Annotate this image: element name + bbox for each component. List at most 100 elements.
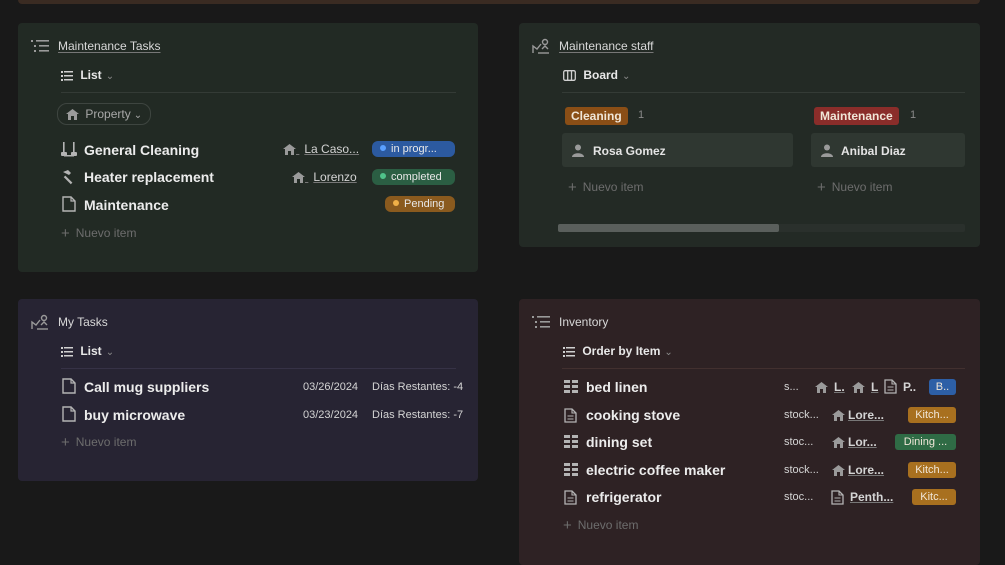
location-link[interactable]: P.. [903, 380, 916, 394]
status-dot [393, 200, 399, 206]
filter-label: Property [85, 107, 131, 121]
status-text: in progr... [391, 143, 437, 155]
plus-icon: + [61, 434, 70, 451]
group-count: 1 [638, 109, 645, 121]
house-icon [815, 380, 828, 398]
location-link[interactable]: Lore... [848, 463, 884, 477]
card-title: Anibal Diaz [841, 144, 906, 158]
page-icon [884, 379, 897, 399]
new-item-label: Nuevo item [577, 518, 639, 532]
group-label[interactable]: Maintenance [814, 107, 899, 125]
hammer-icon [62, 169, 78, 190]
item-title: refrigerator [586, 489, 662, 505]
property-link[interactable]: La Caso... [283, 142, 359, 156]
card-title: Rosa Gomez [593, 144, 666, 158]
divider [562, 368, 965, 369]
plus-icon: + [61, 225, 70, 242]
staff-icon [31, 314, 49, 335]
new-item-label: Nuevo item [75, 435, 137, 449]
house-icon [832, 463, 845, 481]
view-label: List [80, 68, 102, 82]
location-link[interactable]: L [871, 380, 878, 394]
status-badge[interactable]: in progr... [372, 141, 455, 157]
staff-icon [532, 38, 550, 59]
plus-icon: + [817, 179, 826, 196]
chevron-down-icon: ⌄ [133, 110, 143, 121]
task-title: General Cleaning [84, 142, 200, 158]
chevron-down-icon: ⌄ [105, 347, 115, 358]
new-item-button[interactable]: + Nuevo item [817, 179, 892, 196]
item-title: cooking stove [586, 407, 681, 423]
property-name: Lorenzo [313, 170, 357, 184]
plus-icon: + [563, 517, 572, 534]
new-item-button[interactable]: + Nuevo item [568, 179, 643, 196]
grid-icon [564, 435, 578, 453]
days-remaining: Días Restantes: -7 [372, 409, 464, 421]
task-title: buy microwave [84, 407, 186, 423]
item-title: bed linen [586, 379, 648, 395]
divider [61, 368, 456, 369]
house-icon [852, 380, 865, 398]
location-link[interactable]: Lore... [848, 408, 884, 422]
horizontal-scrollbar[interactable] [558, 224, 965, 232]
location-link[interactable]: Penth... [850, 490, 893, 504]
new-item-button[interactable]: + Nuevo item [563, 517, 638, 534]
status-badge[interactable]: Pending [385, 196, 455, 212]
stock-value: stoc... [784, 436, 814, 448]
page-icon [564, 408, 577, 428]
chevron-down-icon: ⌄ [105, 71, 115, 82]
category-tag[interactable]: Kitc... [912, 489, 956, 505]
stock-value: stock... [784, 464, 819, 476]
grid-icon [564, 463, 578, 481]
stock-value: stoc... [784, 491, 814, 503]
house-icon [66, 109, 79, 121]
stock-value: s... [784, 381, 799, 393]
chevron-down-icon: ⌄ [664, 347, 673, 358]
new-item-label: Nuevo item [831, 180, 893, 194]
list-icon [563, 346, 575, 357]
chevron-down-icon: ⌄ [622, 71, 631, 82]
grid-icon [564, 380, 578, 398]
due-date: 03/23/2024 [303, 409, 359, 421]
status-badge[interactable]: completed [372, 169, 455, 185]
location-link[interactable]: L. [834, 380, 845, 394]
new-item-button[interactable]: + Nuevo item [61, 225, 136, 242]
scrollbar-thumb[interactable] [558, 224, 779, 232]
group-count: 1 [910, 109, 917, 121]
person-icon [572, 144, 584, 162]
due-date: 03/26/2024 [303, 381, 359, 393]
maintenance-staff-title[interactable]: Maintenance staff [559, 39, 654, 53]
my-tasks-view-switcher[interactable]: List ⌄ [61, 344, 114, 358]
maintenance-staff-view-switcher[interactable]: Board ⌄ [563, 68, 630, 82]
status-dot [380, 145, 386, 151]
maintenance-tasks-view-switcher[interactable]: List ⌄ [61, 68, 114, 82]
category-tag[interactable]: Kitch... [908, 462, 956, 478]
list-icon [61, 70, 73, 81]
view-label: List [80, 344, 102, 358]
item-title: electric coffee maker [586, 462, 726, 478]
task-title: Heater replacement [84, 169, 214, 185]
inventory-view-switcher[interactable]: Order by Item ⌄ [563, 344, 673, 358]
page-icon [831, 490, 844, 510]
house-icon [283, 144, 296, 156]
divider [562, 92, 965, 93]
item-title: dining set [586, 434, 653, 450]
task-title: Maintenance [84, 197, 169, 213]
view-label: Order by Item [582, 344, 661, 358]
group-label[interactable]: Cleaning [565, 107, 628, 125]
new-item-button[interactable]: + Nuevo item [61, 434, 136, 451]
page-icon [62, 406, 76, 427]
property-link[interactable]: Lorenzo [292, 170, 357, 184]
category-tag[interactable]: Dining ... [895, 434, 956, 450]
property-filter-chip[interactable]: Property ⌄ [57, 103, 152, 125]
plus-icon: + [568, 179, 577, 196]
category-tag[interactable]: Kitch... [908, 407, 956, 423]
my-tasks-title[interactable]: My Tasks [58, 315, 108, 329]
location-link[interactable]: Lor... [848, 435, 877, 449]
category-tag[interactable]: B.. [929, 379, 956, 395]
status-dot [380, 173, 386, 179]
house-icon [832, 408, 845, 426]
inventory-title[interactable]: Inventory [559, 315, 608, 329]
list-view-icon [31, 39, 49, 58]
maintenance-tasks-title[interactable]: Maintenance Tasks [58, 39, 161, 53]
